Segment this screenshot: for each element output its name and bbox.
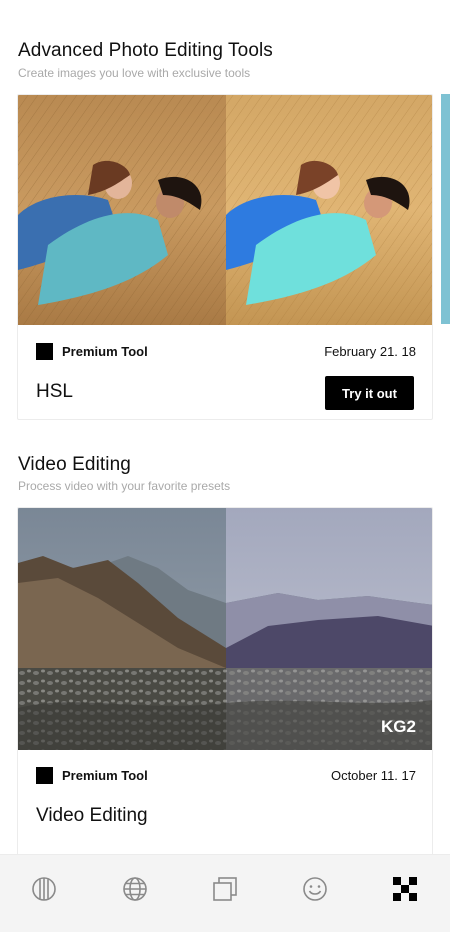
- next-card-peek[interactable]: [441, 94, 450, 324]
- bottom-tab-bar: [0, 854, 450, 932]
- library-icon: [213, 877, 237, 901]
- smiley-icon: [303, 877, 327, 901]
- tab-studio[interactable]: [24, 869, 64, 909]
- premium-badge-icon: [36, 343, 53, 360]
- tab-library[interactable]: [205, 869, 245, 909]
- section-title: Video Editing: [18, 454, 131, 475]
- premium-badge-label: Premium Tool: [62, 344, 148, 359]
- card-date: October 11. 17: [330, 768, 416, 783]
- section-subtitle: Create images you love with exclusive to…: [18, 66, 251, 80]
- section-subtitle: Process video with your favorite presets: [18, 479, 231, 493]
- card-meta: Premium Tool October 11. 17: [36, 765, 416, 785]
- studio-icon: [32, 877, 56, 901]
- section-title: Advanced Photo Editing Tools: [18, 40, 273, 61]
- card-date: February 21. 18: [324, 344, 416, 359]
- hsl-preview-image: [18, 95, 432, 325]
- tab-profile[interactable]: [295, 869, 335, 909]
- video-preview-image: KG2: [18, 508, 432, 750]
- premium-badge-icon: [36, 767, 53, 784]
- card-title: HSL: [36, 381, 73, 402]
- card-meta: Premium Tool February 21. 18: [36, 341, 416, 361]
- card-title: Video Editing: [36, 805, 148, 826]
- before-after-photo: [18, 95, 432, 325]
- premium-badge-label: Premium Tool: [62, 768, 148, 783]
- before-after-landscape: KG2: [18, 508, 432, 750]
- globe-icon: [123, 877, 147, 901]
- tab-explore[interactable]: [115, 869, 155, 909]
- tab-shop[interactable]: [385, 869, 425, 909]
- video-editing-card[interactable]: KG2 Premium Tool October 11. 17 Video Ed…: [17, 507, 433, 867]
- try-it-out-button[interactable]: Try it out: [325, 376, 414, 410]
- hsl-card[interactable]: Premium Tool February 21. 18 HSL Try it …: [17, 94, 433, 420]
- grid-icon: [393, 877, 417, 901]
- preset-watermark: KG2: [381, 717, 416, 736]
